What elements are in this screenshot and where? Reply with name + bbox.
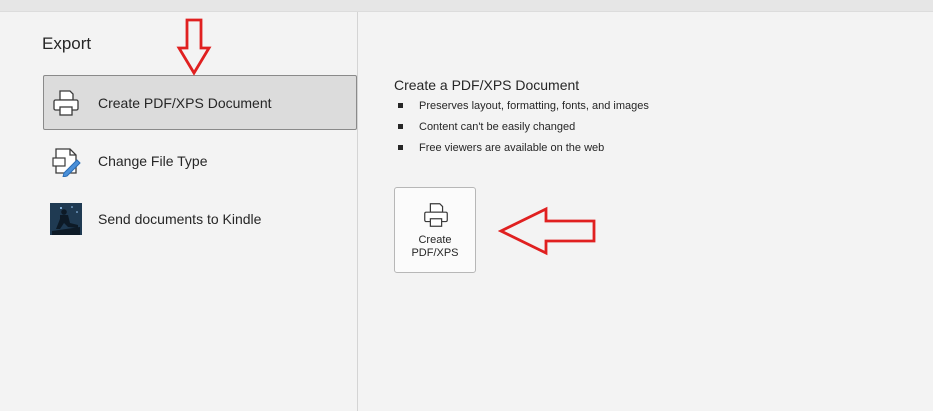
left-arrow-annotation bbox=[498, 206, 596, 256]
detail-bullet-list: Preserves layout, formatting, fonts, and… bbox=[398, 99, 649, 162]
option-change-file-type[interactable]: Change File Type bbox=[43, 133, 357, 188]
create-button-label: Create PDF/XPS bbox=[411, 234, 459, 259]
detail-title: Create a PDF/XPS Document bbox=[394, 77, 580, 93]
option-send-to-kindle[interactable]: Send documents to Kindle bbox=[43, 191, 357, 246]
pdf-printer-icon bbox=[53, 90, 79, 116]
create-pdf-xps-button[interactable]: Create PDF/XPS bbox=[394, 187, 476, 273]
option-label: Change File Type bbox=[98, 152, 208, 169]
change-file-type-icon bbox=[52, 148, 81, 177]
down-arrow-annotation bbox=[176, 18, 212, 76]
detail-bullet: Content can't be easily changed bbox=[398, 120, 649, 141]
detail-bullet: Free viewers are available on the web bbox=[398, 141, 649, 162]
top-strip bbox=[0, 0, 933, 12]
detail-bullet: Preserves layout, formatting, fonts, and… bbox=[398, 99, 649, 120]
option-create-pdf-xps[interactable]: Create PDF/XPS Document bbox=[43, 75, 357, 130]
kindle-icon bbox=[50, 203, 82, 235]
page-title: Export bbox=[42, 34, 92, 53]
pdf-printer-icon bbox=[424, 203, 448, 227]
option-label: Send documents to Kindle bbox=[98, 210, 262, 227]
option-label: Create PDF/XPS Document bbox=[98, 94, 272, 111]
